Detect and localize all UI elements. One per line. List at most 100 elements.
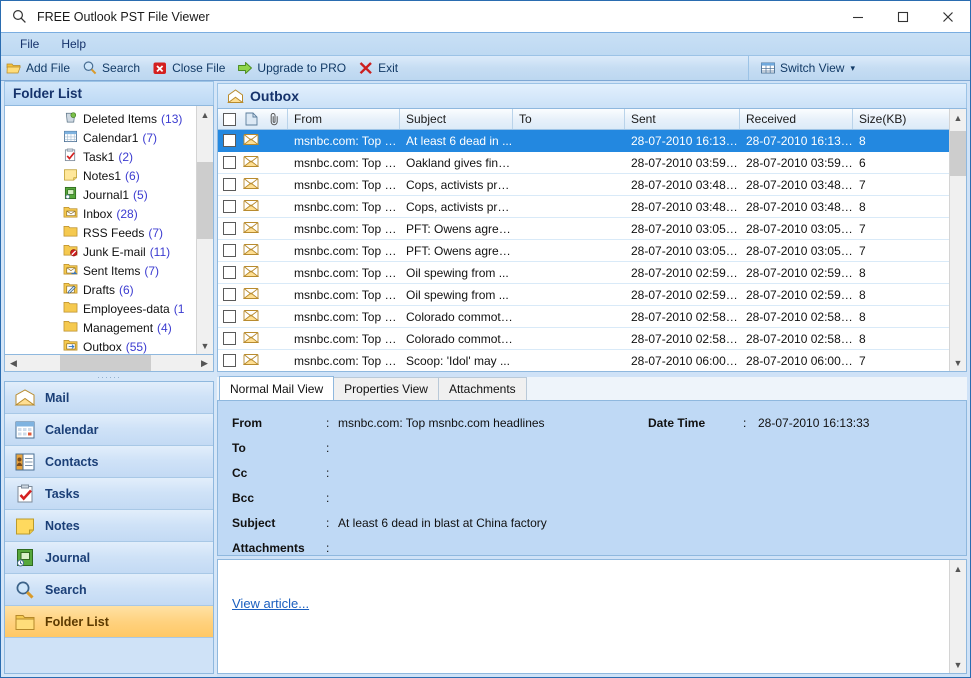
message-row[interactable]: msnbc.com: Top m...Oakland gives fina...… — [218, 152, 949, 174]
folder-item-deleted-items[interactable]: Deleted Items(13) — [5, 109, 196, 128]
row-checkbox[interactable] — [223, 244, 236, 257]
scroll-up-arrow-icon[interactable]: ▲ — [950, 560, 966, 577]
row-checkbox-cell[interactable] — [218, 266, 240, 279]
row-checkbox[interactable] — [223, 288, 236, 301]
scroll-thumb[interactable] — [197, 162, 213, 239]
message-row[interactable]: msnbc.com: Top m...At least 6 dead in ..… — [218, 130, 949, 152]
row-checkbox[interactable] — [223, 178, 236, 191]
scroll-thumb-horizontal[interactable] — [60, 355, 150, 371]
exit-button[interactable]: Exit — [353, 57, 405, 79]
message-row[interactable]: msnbc.com: Top m...Oil spewing from ...2… — [218, 284, 949, 306]
scroll-track[interactable] — [950, 577, 966, 656]
nav-button-tasks[interactable]: Tasks — [5, 478, 213, 510]
row-checkbox-cell[interactable] — [218, 134, 240, 147]
row-checkbox-cell[interactable] — [218, 156, 240, 169]
folder-item-management[interactable]: Management(4) — [5, 318, 196, 337]
menu-help[interactable]: Help — [50, 35, 97, 53]
scroll-track[interactable] — [197, 123, 213, 337]
folder-tree-vertical-scrollbar[interactable]: ▲ ▼ — [196, 106, 213, 354]
column-header-attachment-icon[interactable] — [262, 109, 288, 129]
scroll-down-arrow-icon[interactable]: ▼ — [950, 656, 966, 673]
scroll-thumb[interactable] — [950, 131, 966, 177]
nav-button-calendar[interactable]: Calendar — [5, 414, 213, 446]
scroll-down-arrow-icon[interactable]: ▼ — [950, 354, 966, 371]
message-row[interactable]: msnbc.com: Top m...PFT: Owens agrees...2… — [218, 218, 949, 240]
column-header-subject[interactable]: Subject — [400, 109, 513, 129]
column-header-document-icon[interactable] — [240, 109, 262, 129]
message-row[interactable]: msnbc.com: Top m...Colorado commoti...28… — [218, 306, 949, 328]
column-header-size[interactable]: Size(KB) — [853, 109, 949, 129]
row-checkbox[interactable] — [223, 222, 236, 235]
row-checkbox-cell[interactable] — [218, 178, 240, 191]
folder-item-junk-e-mail[interactable]: Junk E-mail(11) — [5, 242, 196, 261]
column-header-sent[interactable]: Sent — [625, 109, 740, 129]
folder-tree[interactable]: Deleted Items(13)Calendar1(7)Task1(2)Not… — [5, 106, 196, 354]
tab-properties-view[interactable]: Properties View — [333, 377, 439, 400]
scroll-up-arrow-icon[interactable]: ▲ — [950, 109, 966, 126]
folder-tree-horizontal-scrollbar[interactable]: ◀ ▶ — [4, 355, 214, 372]
row-checkbox[interactable] — [223, 310, 236, 323]
folder-item-notes1[interactable]: Notes1(6) — [5, 166, 196, 185]
folder-item-sent-items[interactable]: Sent Items(7) — [5, 261, 196, 280]
folder-item-journal1[interactable]: Journal1(5) — [5, 185, 196, 204]
nav-button-contacts[interactable]: Contacts — [5, 446, 213, 478]
select-all-checkbox[interactable] — [223, 113, 236, 126]
tab-attachments[interactable]: Attachments — [438, 377, 527, 400]
message-list-vertical-scrollbar[interactable]: ▲ ▼ — [949, 109, 966, 371]
row-checkbox[interactable] — [223, 332, 236, 345]
scroll-right-arrow-icon[interactable]: ▶ — [196, 355, 213, 371]
switch-view-button[interactable]: Switch View ▾ — [755, 57, 862, 79]
nav-button-notes[interactable]: Notes — [5, 510, 213, 542]
column-header-received[interactable]: Received — [740, 109, 853, 129]
upgrade-to-pro-button[interactable]: Upgrade to PRO — [232, 57, 353, 79]
add-file-button[interactable]: Add File — [1, 57, 77, 79]
row-checkbox[interactable] — [223, 156, 236, 169]
folder-item-rss-feeds[interactable]: RSS Feeds(7) — [5, 223, 196, 242]
menu-file[interactable]: File — [9, 35, 50, 53]
message-row[interactable]: msnbc.com: Top m...Cops, activists pre..… — [218, 196, 949, 218]
close-file-button[interactable]: Close File — [147, 57, 232, 79]
message-row[interactable]: msnbc.com: Top m...PFT: Owens agrees...2… — [218, 240, 949, 262]
nav-button-folder-list[interactable]: Folder List — [5, 606, 213, 638]
folder-item-task1[interactable]: Task1(2) — [5, 147, 196, 166]
nav-button-mail[interactable]: Mail — [5, 382, 213, 414]
nav-button-search[interactable]: Search — [5, 574, 213, 606]
column-header-to[interactable]: To — [513, 109, 625, 129]
row-checkbox[interactable] — [223, 266, 236, 279]
row-checkbox-cell[interactable] — [218, 354, 240, 367]
minimize-button[interactable] — [835, 1, 880, 32]
row-checkbox-cell[interactable] — [218, 310, 240, 323]
column-header-from[interactable]: From — [288, 109, 400, 129]
maximize-button[interactable] — [880, 1, 925, 32]
row-checkbox-cell[interactable] — [218, 222, 240, 235]
scroll-up-arrow-icon[interactable]: ▲ — [197, 106, 213, 123]
tab-normal-mail-view[interactable]: Normal Mail View — [219, 376, 334, 400]
nav-button-journal[interactable]: Journal — [5, 542, 213, 574]
row-checkbox-cell[interactable] — [218, 332, 240, 345]
folder-item-outbox[interactable]: Outbox(55) — [5, 337, 196, 354]
scroll-left-arrow-icon[interactable]: ◀ — [5, 355, 22, 371]
row-checkbox[interactable] — [223, 354, 236, 367]
message-body-vertical-scrollbar[interactable]: ▲ ▼ — [949, 560, 966, 673]
close-button[interactable] — [925, 1, 970, 32]
row-checkbox[interactable] — [223, 200, 236, 213]
folder-item-calendar1[interactable]: Calendar1(7) — [5, 128, 196, 147]
message-row[interactable]: msnbc.com: Top m...Oil spewing from ...2… — [218, 262, 949, 284]
message-row[interactable]: msnbc.com: Top m...Cops, activists pre..… — [218, 174, 949, 196]
scroll-down-arrow-icon[interactable]: ▼ — [197, 337, 213, 354]
row-checkbox-cell[interactable] — [218, 244, 240, 257]
folder-item-inbox[interactable]: Inbox(28) — [5, 204, 196, 223]
scroll-track[interactable] — [950, 126, 966, 354]
view-article-link[interactable]: View article... — [232, 596, 309, 611]
message-row[interactable]: msnbc.com: Top m...Scoop: 'Idol' may ...… — [218, 350, 949, 371]
row-checkbox-cell[interactable] — [218, 200, 240, 213]
message-row[interactable]: msnbc.com: Top m...Colorado commoti...28… — [218, 328, 949, 350]
folder-item-drafts[interactable]: Drafts(6) — [5, 280, 196, 299]
folder-item-employees-data[interactable]: Employees-data(1 — [5, 299, 196, 318]
row-checkbox-cell[interactable] — [218, 288, 240, 301]
search-button[interactable]: Search — [77, 57, 147, 79]
column-header-checkbox[interactable] — [218, 109, 240, 129]
row-checkbox[interactable] — [223, 134, 236, 147]
scroll-track-horizontal[interactable] — [22, 355, 196, 371]
pane-splitter[interactable]: ······ — [4, 372, 214, 381]
